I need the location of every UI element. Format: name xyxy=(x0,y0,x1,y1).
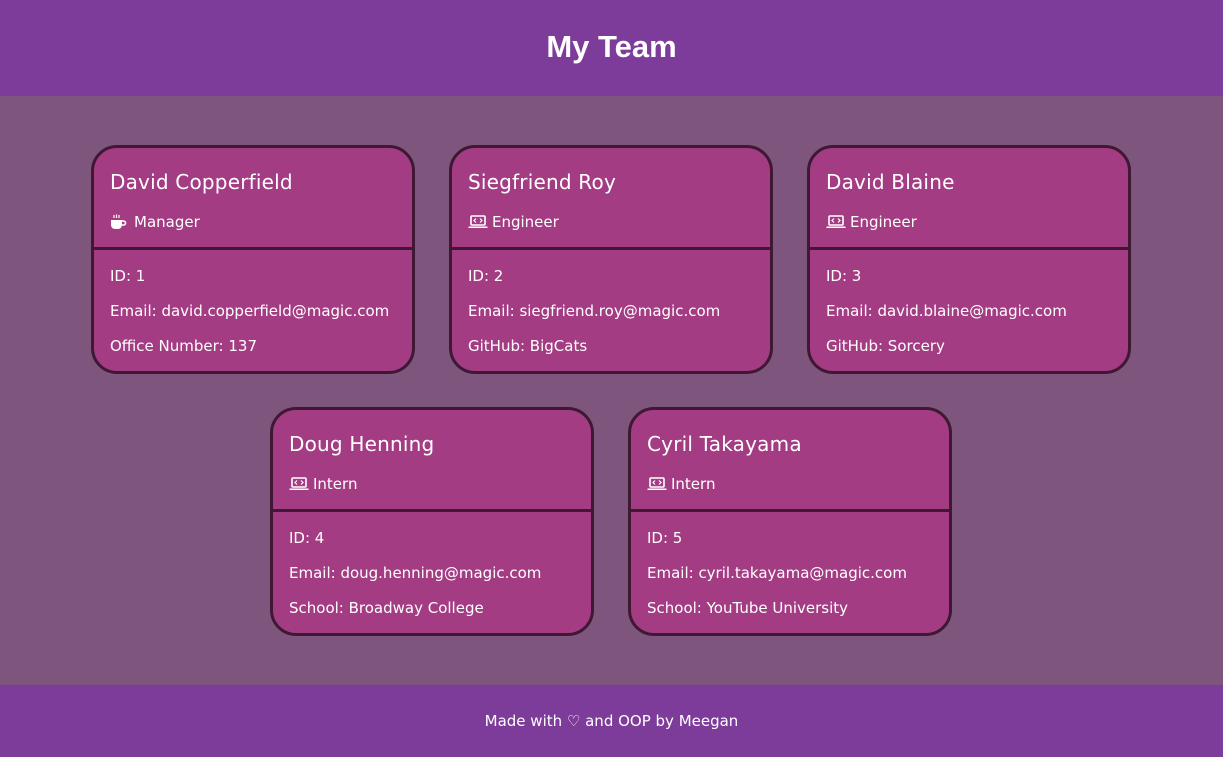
page-footer: Made with ♡ and OOP by Meegan xyxy=(0,685,1223,757)
laptop-code-icon xyxy=(468,214,488,230)
employee-office-number: Office Number: 137 xyxy=(110,337,257,355)
employee-email[interactable]: Email: siegfriend.roy@magic.com xyxy=(468,299,770,334)
employee-email[interactable]: Email: david.blaine@magic.com xyxy=(826,299,1128,334)
employee-github[interactable]: GitHub: BigCats xyxy=(468,334,770,369)
laptop-code-icon xyxy=(289,476,309,492)
role-label: Intern xyxy=(671,475,716,493)
employee-role: Intern xyxy=(289,475,591,493)
card-header: Siegfriend Roy Engineer xyxy=(452,148,770,250)
employee-school: School: YouTube University xyxy=(647,599,849,617)
employee-id: ID: 2 xyxy=(468,267,504,285)
role-label: Manager xyxy=(134,213,200,231)
employee-id: ID: 3 xyxy=(826,267,862,285)
card-header: David Copperfield Manager xyxy=(94,148,412,250)
employee-role: Engineer xyxy=(468,213,770,231)
employee-name: Doug Henning xyxy=(289,432,435,456)
employee-id: ID: 1 xyxy=(110,267,146,285)
laptop-code-icon xyxy=(647,476,667,492)
employee-id: ID: 5 xyxy=(647,529,683,547)
coffee-icon xyxy=(110,214,130,230)
card-body: ID: 3 Email: david.blaine@magic.com GitH… xyxy=(810,250,1128,369)
employee-card-manager: David Copperfield Manager ID: 1 Email: d… xyxy=(91,145,415,374)
employee-name: Siegfriend Roy xyxy=(468,170,616,194)
employee-role: Engineer xyxy=(826,213,1128,231)
page-title: My Team xyxy=(546,29,677,64)
employee-card-engineer: Siegfriend Roy Engineer ID: 2 Email: sie… xyxy=(449,145,773,374)
employee-email[interactable]: Email: doug.henning@magic.com xyxy=(289,561,591,596)
role-label: Engineer xyxy=(850,213,917,231)
page-header: My Team xyxy=(0,0,1223,96)
card-body: ID: 5 Email: cyril.takayama@magic.com Sc… xyxy=(631,512,949,631)
employee-github[interactable]: GitHub: Sorcery xyxy=(826,334,1128,369)
employee-email[interactable]: Email: cyril.takayama@magic.com xyxy=(647,561,949,596)
card-body: ID: 4 Email: doug.henning@magic.com Scho… xyxy=(273,512,591,631)
card-header: Doug Henning Intern xyxy=(273,410,591,512)
role-label: Engineer xyxy=(492,213,559,231)
employee-card-intern: Cyril Takayama Intern ID: 5 Email: cyril… xyxy=(628,407,952,636)
employee-name: David Blaine xyxy=(826,170,955,194)
employee-card-engineer: David Blaine Engineer ID: 3 Email: david… xyxy=(807,145,1131,374)
employee-email[interactable]: Email: david.copperfield@magic.com xyxy=(110,299,412,334)
employee-role: Intern xyxy=(647,475,949,493)
employee-name: Cyril Takayama xyxy=(647,432,802,456)
role-label: Intern xyxy=(313,475,358,493)
employee-id: ID: 4 xyxy=(289,529,325,547)
employee-role: Manager xyxy=(110,213,412,231)
employee-name: David Copperfield xyxy=(110,170,293,194)
card-header: David Blaine Engineer xyxy=(810,148,1128,250)
laptop-code-icon xyxy=(826,214,846,230)
card-body: ID: 2 Email: siegfriend.roy@magic.com Gi… xyxy=(452,250,770,369)
employee-card-intern: Doug Henning Intern ID: 4 Email: doug.he… xyxy=(270,407,594,636)
footer-credit: Made with ♡ and OOP by Meegan xyxy=(484,712,739,730)
card-body: ID: 1 Email: david.copperfield@magic.com… xyxy=(94,250,412,369)
card-header: Cyril Takayama Intern xyxy=(631,410,949,512)
team-container: David Copperfield Manager ID: 1 Email: d… xyxy=(0,96,1223,685)
employee-school: School: Broadway College xyxy=(289,599,484,617)
